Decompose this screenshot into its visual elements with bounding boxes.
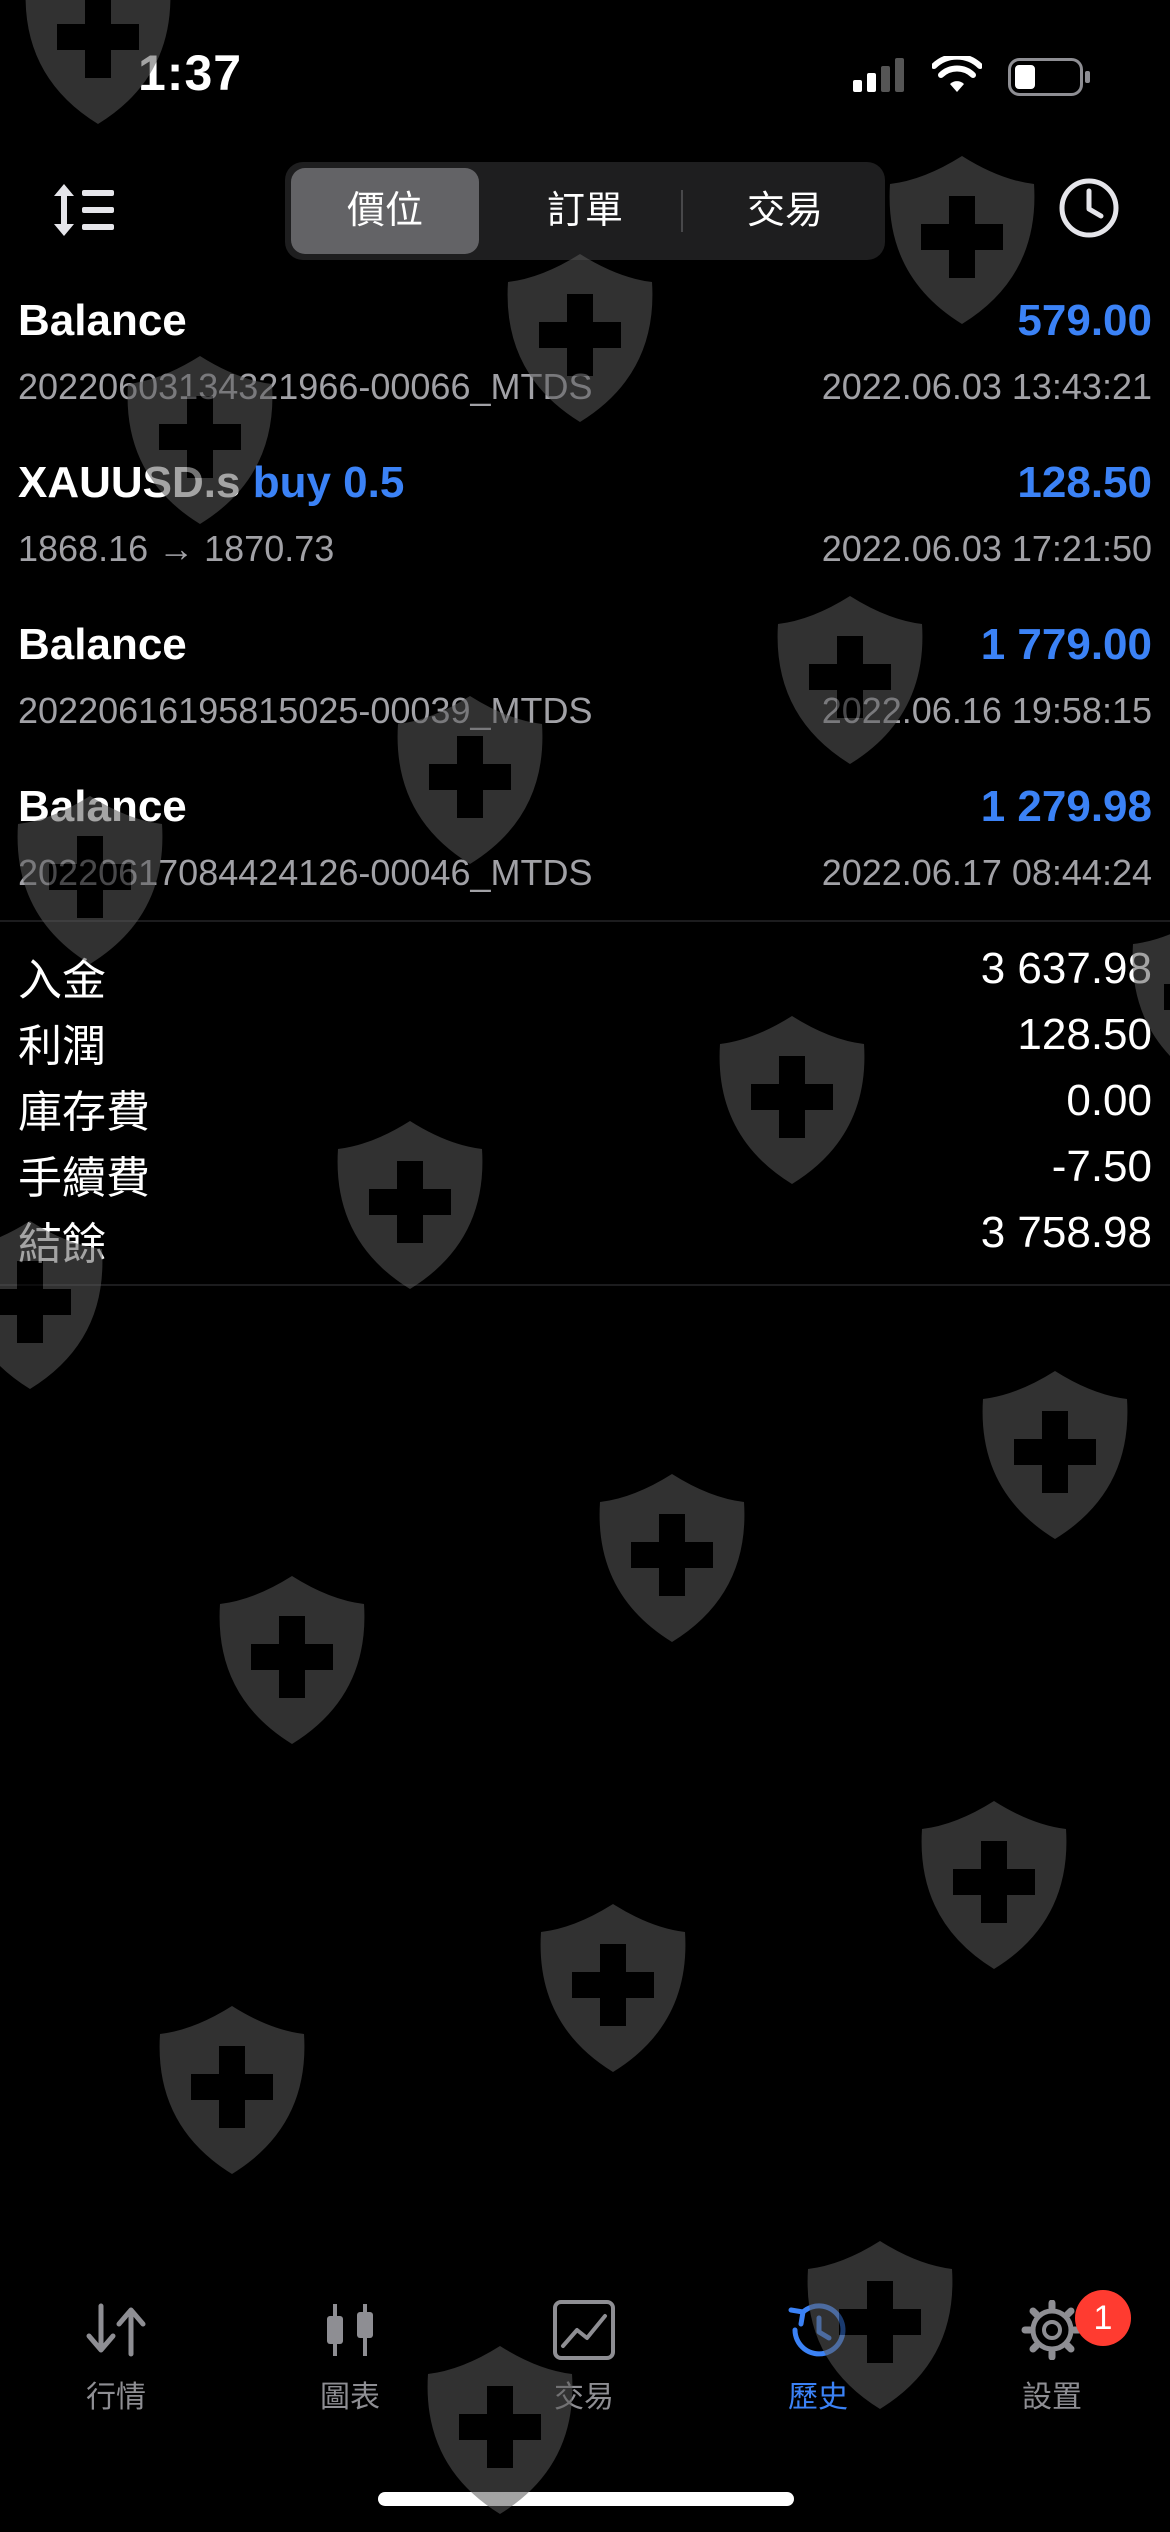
summary-panel: 入金 3 637.98 利潤 128.50 庫存費 0.00 手續費 -7.50… xyxy=(0,938,1170,1269)
tab-quotes[interactable]: 行情 xyxy=(26,2290,206,2430)
deal-title: Balance xyxy=(18,296,187,345)
summary-label: 利潤 xyxy=(18,1022,106,1071)
summary-row-deposit: 入金 3 637.98 xyxy=(0,938,1170,1005)
deal-time: 2022.06.03 17:21:50 xyxy=(821,528,1152,569)
status-time: 1:37 xyxy=(138,45,243,101)
deal-amount: 579.00 xyxy=(1017,296,1152,345)
clock-icon[interactable] xyxy=(1057,176,1121,240)
shield-watermark-icon xyxy=(599,1474,745,1642)
deal-direction: buy 0.5 xyxy=(252,458,405,507)
summary-label: 手續費 xyxy=(18,1154,150,1203)
deal-title: Balance xyxy=(18,620,187,669)
summary-row-balance: 結餘 3 758.98 xyxy=(0,1202,1170,1269)
summary-value: 0.00 xyxy=(1066,1076,1152,1125)
tab-label: 設置 xyxy=(1022,2381,1082,2414)
deal-amount: 128.50 xyxy=(1017,458,1152,507)
segment-orders[interactable]: 訂單 xyxy=(491,168,679,254)
deal-prices: 1868.16 → 1870.73 xyxy=(18,528,335,569)
deal-amount: 1 779.00 xyxy=(980,620,1152,669)
deal-comment: 20220616195815025-00039_MTDS xyxy=(18,690,593,731)
segment-deals[interactable]: 交易 xyxy=(691,168,879,254)
summary-label: 庫存費 xyxy=(18,1088,150,1137)
bottom-tab-bar: 行情 圖表 交易 歷史 設置 xyxy=(0,2290,1170,2440)
tab-trade[interactable]: 交易 xyxy=(494,2290,674,2430)
summary-label: 結餘 xyxy=(18,1220,106,1269)
cellular-signal-icon xyxy=(853,58,904,92)
deal-title: XAUUSD.s buy 0.5 xyxy=(18,458,405,507)
summary-value: 3 637.98 xyxy=(980,944,1152,993)
wifi-icon xyxy=(932,56,982,92)
summary-value: 128.50 xyxy=(1017,1010,1152,1059)
segment-positions[interactable]: 價位 xyxy=(291,168,479,254)
summary-row-commission: 手續費 -7.50 xyxy=(0,1136,1170,1203)
deal-time: 2022.06.17 08:44:24 xyxy=(821,852,1152,893)
deal-row[interactable]: Balance 1 279.98 20220617084424126-00046… xyxy=(0,766,1170,928)
shield-watermark-icon xyxy=(219,1576,365,1744)
shield-watermark-icon xyxy=(159,2006,305,2174)
summary-row-profit: 利潤 128.50 xyxy=(0,1004,1170,1071)
tab-label: 歷史 xyxy=(788,2381,848,2414)
deal-title: Balance xyxy=(18,782,187,831)
shield-watermark-icon xyxy=(540,1904,686,2072)
tab-history[interactable]: 歷史 xyxy=(728,2290,908,2430)
deal-row[interactable]: Balance 1 779.00 20220616195815025-00039… xyxy=(0,604,1170,766)
deal-row[interactable]: Balance 579.00 20220603134321966-00066_M… xyxy=(0,280,1170,442)
shield-watermark-icon xyxy=(982,1371,1128,1539)
summary-divider xyxy=(0,1284,1170,1286)
deal-comment: 20220603134321966-00066_MTDS xyxy=(18,366,593,407)
deal-row[interactable]: XAUUSD.s buy 0.5 128.50 1868.16 → 1870.7… xyxy=(0,442,1170,604)
deal-time: 2022.06.03 13:43:21 xyxy=(821,366,1152,407)
app-screen: 1:37 價位 訂單 交易 Balance 579.00 20220603134… xyxy=(0,0,1170,2532)
history-icon xyxy=(788,2303,846,2357)
summary-value: 3 758.98 xyxy=(980,1208,1152,1257)
battery-icon xyxy=(1008,58,1090,96)
tab-label: 行情 xyxy=(86,2381,146,2414)
deal-time: 2022.06.16 19:58:15 xyxy=(821,690,1152,731)
tab-label: 圖表 xyxy=(320,2381,380,2414)
sort-icon[interactable] xyxy=(52,180,118,240)
tab-label: 交易 xyxy=(554,2381,614,2414)
candlestick-icon xyxy=(327,2304,373,2356)
settings-badge: 1 xyxy=(1075,2290,1131,2346)
summary-label: 入金 xyxy=(18,956,106,1005)
segmented-control: 價位 訂單 交易 xyxy=(285,162,885,260)
deal-comment: 20220617084424126-00046_MTDS xyxy=(18,852,593,893)
home-indicator[interactable] xyxy=(378,2492,794,2506)
line-chart-icon xyxy=(553,2300,615,2360)
shield-watermark-icon xyxy=(921,1801,1067,1969)
arrows-updown-icon xyxy=(86,2303,146,2357)
history-header: 價位 訂單 交易 xyxy=(0,150,1170,270)
deal-amount: 1 279.98 xyxy=(980,782,1152,831)
list-divider xyxy=(0,920,1170,922)
summary-value: -7.50 xyxy=(1051,1142,1152,1191)
status-bar: 1:37 xyxy=(0,0,1170,150)
summary-row-swap: 庫存費 0.00 xyxy=(0,1070,1170,1137)
deal-list: Balance 579.00 20220603134321966-00066_M… xyxy=(0,280,1170,928)
segment-separator xyxy=(681,190,683,232)
tab-chart[interactable]: 圖表 xyxy=(260,2290,440,2430)
